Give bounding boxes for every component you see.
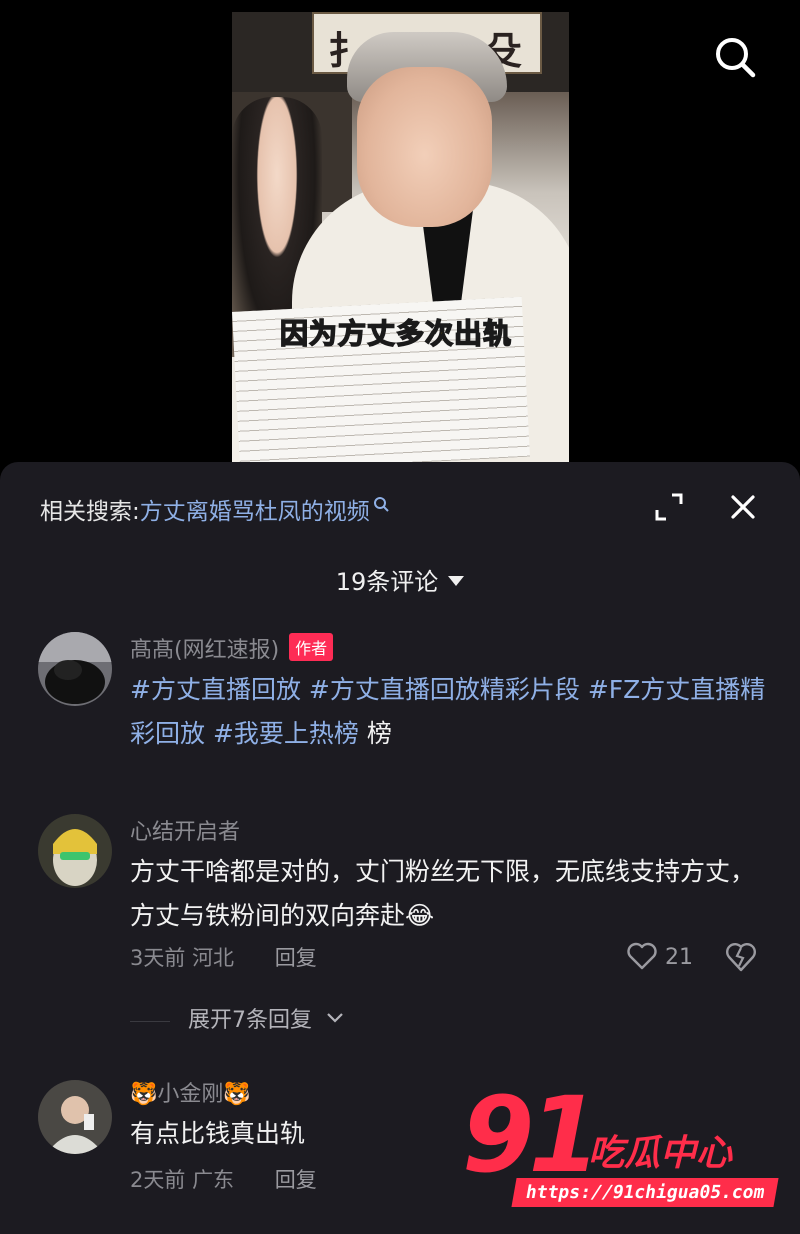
expand-icon — [655, 493, 683, 521]
related-search-label: 相关搜索: — [40, 499, 140, 525]
comment-author-row[interactable]: 髙髙(网红速报) 作者 — [130, 632, 334, 664]
search-icon — [716, 38, 756, 78]
avatar[interactable] — [38, 1080, 112, 1154]
dislike-button[interactable] — [724, 942, 758, 972]
hashtag-link[interactable]: #方丈直播回放精彩片段 — [309, 675, 580, 704]
comment-time: 2天前 — [130, 1168, 186, 1192]
comment-location: 广东 — [192, 1168, 235, 1192]
expand-button[interactable] — [652, 490, 686, 524]
comment-count-sort[interactable]: 19条评论 — [0, 562, 800, 597]
reply-button[interactable]: 回复 — [275, 1168, 317, 1192]
comment-panel: 相关搜索:方丈离婚骂杜凤的视频 19条评论 髙髙(网红速报) 作者 #方丈直播回… — [0, 462, 800, 1234]
comment-tail-text: 榜 — [366, 719, 392, 748]
comment-meta: 3天前 河北 回复 — [130, 942, 317, 972]
like-count: 21 — [665, 945, 693, 970]
hashtag-link[interactable]: #方丈直播回放 — [130, 675, 301, 704]
video-area[interactable]: 扌殳 因为方丈多次出轨 — [0, 0, 800, 470]
expand-replies-label: 展开7条回复 — [188, 1008, 312, 1033]
man-face-image — [357, 67, 492, 227]
comment-author-name[interactable]: 心结开启者 — [130, 814, 240, 846]
caret-down-icon — [448, 576, 465, 586]
reply-button[interactable]: 回复 — [275, 946, 317, 970]
author-badge: 作者 — [289, 633, 334, 661]
video-frame[interactable]: 扌殳 因为方丈多次出轨 — [232, 12, 569, 464]
expand-replies-button[interactable]: 展开7条回复 — [130, 1002, 345, 1034]
comment-text: #方丈直播回放 #方丈直播回放精彩片段 #FZ方丈直播精彩回放 #我要上热榜 榜 — [130, 668, 770, 756]
magnifier-small-icon — [373, 497, 389, 512]
comment-author-name[interactable]: 🐯小金刚🐯 — [130, 1076, 251, 1108]
video-caption: 因为方丈多次出轨 — [279, 316, 513, 351]
comment-text: 方丈干啥都是对的，丈门粉丝无下限，无底线支持方丈，方丈与铁粉间的双向奔赴😂 — [130, 857, 756, 930]
avatar[interactable] — [38, 632, 112, 706]
avatar[interactable] — [38, 814, 112, 888]
comment-time: 3天前 — [130, 946, 186, 970]
like-button[interactable]: 21 — [626, 942, 693, 970]
related-search-query[interactable]: 方丈离婚骂杜凤的视频 — [140, 499, 370, 525]
comment-author-name[interactable]: 髙髙(网红速报) — [130, 638, 279, 663]
related-search[interactable]: 相关搜索:方丈离婚骂杜凤的视频 — [40, 492, 392, 526]
heart-icon — [627, 942, 657, 970]
comment-location: 河北 — [192, 946, 235, 970]
divider — [130, 1020, 170, 1022]
comment-meta: 2天前 广东 回复 — [130, 1164, 317, 1194]
broken-heart-icon — [726, 943, 756, 972]
hashtag-link[interactable]: #我要上热榜 — [213, 719, 359, 748]
close-icon — [731, 495, 755, 519]
comment-text: 有点比钱真出轨 — [130, 1119, 306, 1148]
chevron-down-icon — [327, 1013, 343, 1023]
comment-count: 19条评论 — [335, 568, 439, 596]
close-button[interactable] — [726, 490, 760, 524]
search-button[interactable] — [712, 34, 758, 80]
